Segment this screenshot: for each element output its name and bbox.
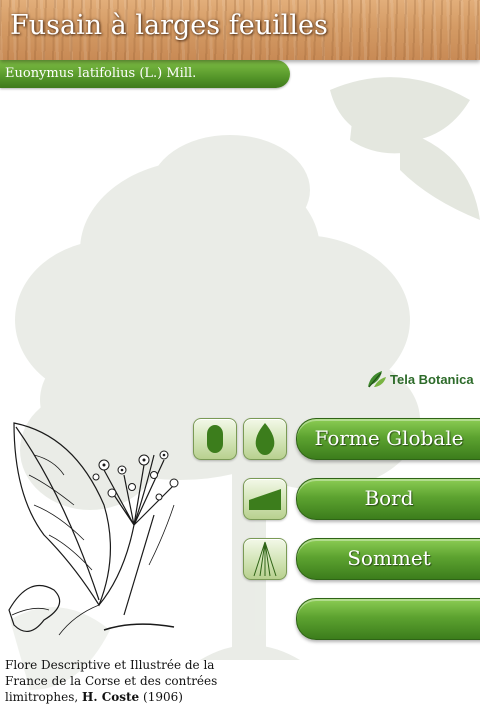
latin-name-bar: Euonymus latifolius (L.) Mill. <box>0 60 290 88</box>
illustration-caption: Flore Descriptive et Illustrée de la Fra… <box>5 657 245 705</box>
logo-text: Tela Botanica <box>390 371 474 387</box>
leaf-apex-icon <box>253 541 277 577</box>
caption-year: (1906) <box>143 690 183 704</box>
tela-botanica-logo: Tela Botanica <box>366 369 474 389</box>
plant-stem <box>98 454 155 606</box>
leaf-midrib <box>15 426 100 601</box>
ovate-leaf-shape-button[interactable] <box>243 418 287 460</box>
leaf-margin-button[interactable] <box>243 478 287 520</box>
forme-globale-button[interactable]: Forme Globale <box>296 418 480 460</box>
ovate-leaf-shape-icon <box>255 423 275 455</box>
oval-leaf-shape-button[interactable] <box>193 418 237 460</box>
leaf-outline <box>13 422 112 607</box>
page-title: Fusain à larges feuilles <box>10 10 328 41</box>
leaf-apex-button[interactable] <box>243 538 287 580</box>
botanical-drawing <box>8 422 179 636</box>
caption-author: H. Coste <box>82 690 140 704</box>
sommet-button[interactable]: Sommet <box>296 538 480 580</box>
oval-leaf-shape-icon <box>207 425 223 453</box>
bord-button[interactable]: Bord <box>296 478 480 520</box>
app-header: Fusain à larges feuilles <box>0 0 480 60</box>
bord-label: Bord <box>364 486 414 510</box>
sommet-label: Sommet <box>347 546 431 570</box>
tela-botanica-leaf-icon <box>368 371 386 388</box>
latin-name: Euonymus latifolius (L.) Mill. <box>5 66 197 81</box>
empty-criteria-button[interactable] <box>296 598 480 640</box>
leaf-margin-icon <box>249 489 281 510</box>
forme-globale-label: Forme Globale <box>314 426 464 450</box>
